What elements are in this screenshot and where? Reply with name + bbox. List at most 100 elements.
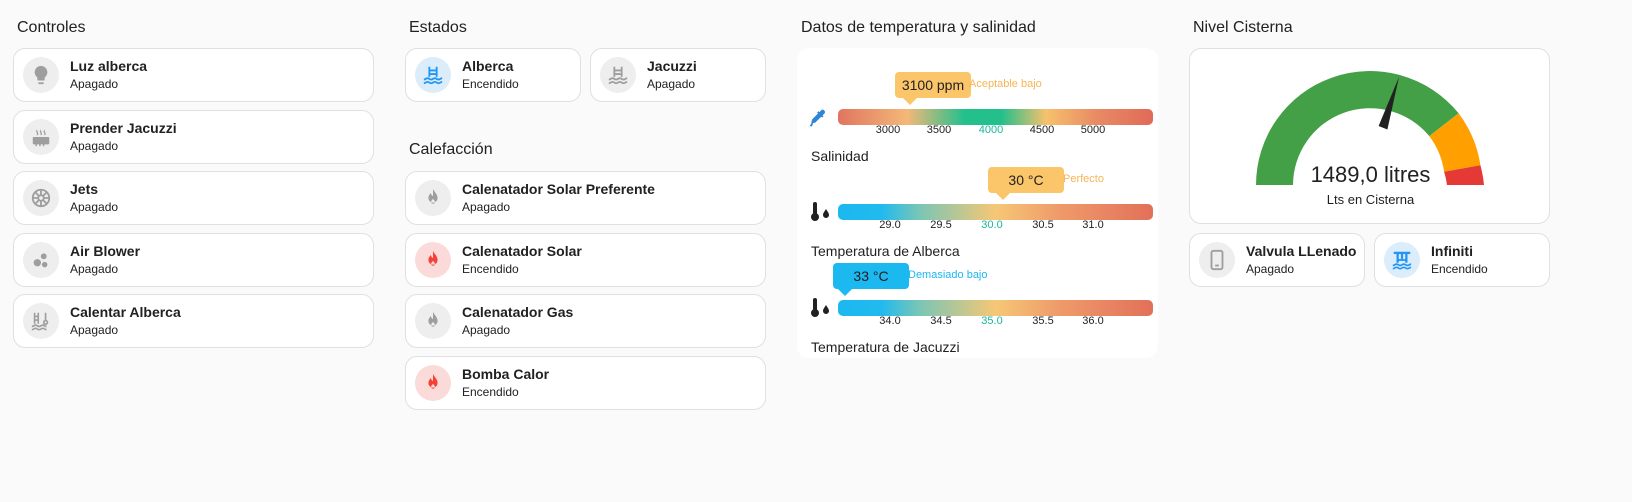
salinidad-status: Aceptable bajo xyxy=(969,78,1042,90)
tile-name: Prender Jacuzzi xyxy=(70,120,177,136)
thermometer-water-icon xyxy=(809,201,833,228)
datos-column: Datos de temperatura y salinidad xyxy=(797,0,1158,39)
temp-jacuzzi-tick: 35.5 xyxy=(1032,315,1054,327)
tile-infiniti[interactable]: Infiniti Encendido xyxy=(1374,233,1550,287)
tile-state: Encendido xyxy=(1431,262,1488,276)
temp-jacuzzi-value-bubble: 33 °C xyxy=(833,263,909,296)
temp-jacuzzi-status: Demasiado bajo xyxy=(908,269,988,281)
tile-name: Valvula LLenado xyxy=(1246,243,1357,259)
temp-jacuzzi-tick: 36.0 xyxy=(1082,315,1104,327)
tile-bomba-calor[interactable]: Bomba Calor Encendido xyxy=(405,356,766,410)
tile-name: Jacuzzi xyxy=(647,58,697,74)
tile-calentar-alberca[interactable]: Calentar Alberca Apagado xyxy=(13,294,374,348)
tile-name: Jets xyxy=(70,181,99,197)
temp-alberca-status: Perfecto xyxy=(1063,173,1104,185)
fire-icon xyxy=(415,303,451,339)
thermometer-water-icon xyxy=(809,297,833,324)
salinidad-tick: 5000 xyxy=(1080,124,1106,136)
tile-jacuzzi[interactable]: Jacuzzi Apagado xyxy=(590,48,766,102)
salinidad-label: Salinidad xyxy=(811,148,869,164)
datos-title: Datos de temperatura y salinidad xyxy=(801,19,1036,36)
tile-name: Calenatador Solar xyxy=(462,243,582,259)
water-pump-icon xyxy=(1384,242,1420,278)
salinidad-tick-ideal: 4000 xyxy=(978,124,1004,136)
pool-thermometer-icon xyxy=(23,303,59,339)
bubble-tail xyxy=(903,98,917,105)
pool-icon xyxy=(600,57,636,93)
fan-icon xyxy=(23,180,59,216)
tile-calentador-solar-preferente[interactable]: Calenatador Solar Preferente Apagado xyxy=(405,171,766,225)
salinidad-tick: 3000 xyxy=(875,124,901,136)
salinidad-value-bubble: 3100 ppm xyxy=(895,72,971,105)
temp-jacuzzi-value: 33 °C xyxy=(853,268,889,284)
tile-state: Apagado xyxy=(70,77,119,91)
tile-calentador-solar[interactable]: Calenatador Solar Encendido xyxy=(405,233,766,287)
tile-state: Apagado xyxy=(1246,262,1295,276)
tile-name: Alberca xyxy=(462,58,514,74)
bubble-tail xyxy=(996,193,1010,200)
bubble-tail xyxy=(838,289,852,296)
tile-state: Encendido xyxy=(462,262,519,276)
salinidad-tick: 3500 xyxy=(926,124,952,136)
salinidad-tick: 4500 xyxy=(1029,124,1055,136)
salinidad-bar xyxy=(838,109,1153,125)
gauge-label: Lts en Cisterna xyxy=(1326,192,1415,207)
tile-alberca[interactable]: Alberca Encendido xyxy=(405,48,581,102)
temp-alberca-tick-ideal: 30.0 xyxy=(981,219,1003,231)
tile-name: Bomba Calor xyxy=(462,366,550,382)
tile-calentador-gas[interactable]: Calenatador Gas Apagado xyxy=(405,294,766,348)
bubbles-icon xyxy=(23,242,59,278)
tile-name: Air Blower xyxy=(70,243,141,259)
temp-jacuzzi-tick: 34.0 xyxy=(879,315,901,327)
temp-alberca-tick: 29.5 xyxy=(930,219,952,231)
fire-icon xyxy=(415,365,451,401)
cisterna-gauge-card[interactable]: 1489,0 litres Lts en Cisterna xyxy=(1189,48,1550,224)
temp-jacuzzi-tick: 34.5 xyxy=(930,315,952,327)
temp-alberca-tick: 30.5 xyxy=(1032,219,1054,231)
pool-icon xyxy=(415,57,451,93)
tile-state: Apagado xyxy=(462,323,511,337)
temp-alberca-bar xyxy=(838,204,1153,220)
tile-luz-alberca[interactable]: Luz alberca Apagado xyxy=(13,48,374,102)
tile-state: Encendido xyxy=(462,385,519,399)
tile-jets[interactable]: Jets Apagado xyxy=(13,171,374,225)
pipette-icon xyxy=(807,108,829,135)
temp-alberca-label: Temperatura de Alberca xyxy=(811,243,960,259)
tile-valvula-llenado[interactable]: Valvula LLenado Apagado xyxy=(1189,233,1365,287)
temp-jacuzzi-bar xyxy=(838,300,1153,316)
tile-name: Calenatador Gas xyxy=(462,304,574,320)
gauge-value: 1489,0 litres xyxy=(1310,162,1431,187)
temp-alberca-tick: 29.0 xyxy=(879,219,901,231)
tile-state: Apagado xyxy=(70,262,119,276)
calefaccion-title: Calefacción xyxy=(409,141,493,158)
tile-name: Luz alberca xyxy=(70,58,148,74)
salinidad-value: 3100 ppm xyxy=(901,77,965,93)
valve-icon xyxy=(1199,242,1235,278)
controles-column: Controles xyxy=(13,0,374,39)
tile-state: Apagado xyxy=(647,77,696,91)
temp-alberca-value: 30 °C xyxy=(1008,172,1044,188)
tile-name: Calenatador Solar Preferente xyxy=(462,181,655,197)
tile-state: Encendido xyxy=(462,77,519,91)
tile-state: Apagado xyxy=(70,139,119,153)
heater-icon xyxy=(23,119,59,155)
controles-title: Controles xyxy=(17,19,86,36)
fire-icon xyxy=(415,242,451,278)
fire-icon xyxy=(415,180,451,216)
tile-state: Apagado xyxy=(70,323,119,337)
temp-alberca-value-bubble: 30 °C xyxy=(988,167,1064,200)
estados-title: Estados xyxy=(409,19,467,36)
estados-column: Estados xyxy=(405,0,766,39)
temp-alberca-tick: 31.0 xyxy=(1082,219,1104,231)
cisterna-title: Nivel Cisterna xyxy=(1193,19,1293,36)
datos-card: 3100 ppm Aceptable bajo 3000 3500 4000 4… xyxy=(797,48,1158,358)
tile-name: Calentar Alberca xyxy=(70,304,181,320)
tile-name: Infiniti xyxy=(1431,243,1473,259)
tile-prender-jacuzzi[interactable]: Prender Jacuzzi Apagado xyxy=(13,110,374,164)
lightbulb-icon xyxy=(23,57,59,93)
cisterna-column: Nivel Cisterna xyxy=(1189,0,1550,39)
tile-state: Apagado xyxy=(462,200,511,214)
tile-state: Apagado xyxy=(70,200,119,214)
temp-jacuzzi-label: Temperatura de Jacuzzi xyxy=(811,339,960,355)
tile-air-blower[interactable]: Air Blower Apagado xyxy=(13,233,374,287)
